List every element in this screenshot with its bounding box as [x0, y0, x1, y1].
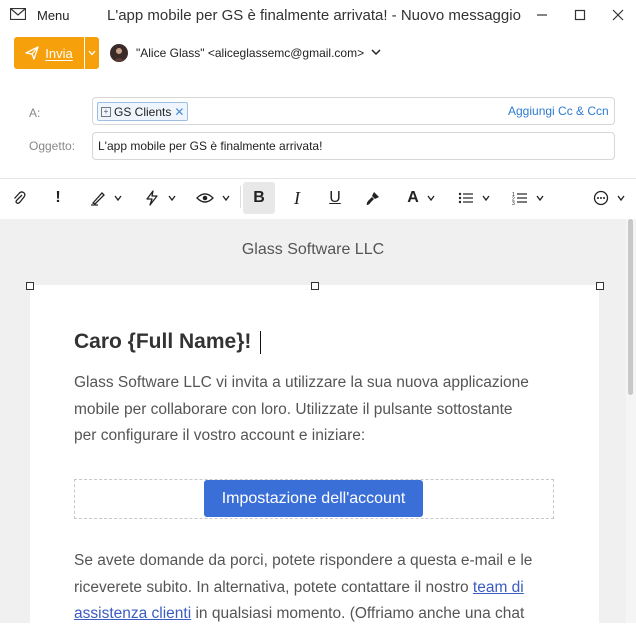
intro-line: Glass Software LLC vi invita a utilizzar… [74, 374, 529, 391]
font-color-button[interactable]: A [400, 182, 442, 214]
mail-icon[interactable] [10, 8, 26, 20]
expand-icon[interactable]: + [101, 106, 111, 117]
chevron-down-icon [617, 195, 625, 202]
support-line: Se avete domande da porci, potete rispon… [74, 552, 533, 569]
numbered-list-icon: 123 [512, 192, 527, 205]
recipient-chip[interactable]: + GS Clients ✕ [97, 102, 189, 121]
company-header: Glass Software LLC [241, 241, 385, 258]
minimize-button[interactable] [527, 4, 557, 26]
close-icon [612, 9, 624, 21]
resize-handle[interactable] [26, 282, 34, 290]
from-address[interactable]: "Alice Glass" <aliceglassemc@gmail.com> [136, 46, 364, 60]
underline-icon: U [329, 189, 341, 206]
toolbar-separator [240, 186, 241, 208]
support-text: riceverete subito. In alternativa, potet… [74, 578, 473, 596]
window-title: L'app mobile per GS è finalmente arrivat… [107, 7, 521, 24]
intro-paragraph: Glass Software LLC vi invita a utilizzar… [74, 370, 574, 450]
chevron-down-icon [482, 195, 490, 202]
subject-value: L'app mobile per GS è finalmente arrivat… [98, 139, 323, 153]
support-line: assistenza clienti in qualsiasi momento.… [74, 601, 594, 628]
paper-plane-icon [25, 46, 39, 60]
chevron-down-icon [114, 195, 122, 202]
menu-button[interactable]: Menu [37, 8, 70, 23]
text-cursor [260, 331, 261, 354]
paperclip-icon [14, 191, 26, 204]
maximize-icon [574, 9, 586, 21]
send-options-button[interactable] [85, 37, 99, 69]
svg-text:3: 3 [512, 201, 515, 205]
chevron-down-icon [168, 195, 176, 202]
bold-button[interactable]: B [243, 182, 275, 214]
support-text: in qualsiasi momento. (Offriamo anche un… [191, 605, 525, 622]
send-button[interactable]: Invia [14, 37, 84, 69]
subject-label: Oggetto: [29, 139, 76, 153]
more-icon [593, 190, 609, 206]
greeting-heading: Caro {Full Name}! [74, 330, 252, 353]
lightning-icon [146, 190, 158, 206]
support-team-link[interactable]: team di [473, 579, 524, 596]
to-label: A: [29, 106, 41, 120]
chevron-down-icon [222, 195, 230, 202]
maximize-button[interactable] [565, 4, 595, 26]
exclamation-icon: ! [55, 189, 61, 206]
chevron-down-icon[interactable] [371, 48, 381, 56]
bullet-list-button[interactable] [454, 182, 494, 214]
chevron-down-icon [536, 195, 544, 202]
add-cc-bcc-link[interactable]: Aggiungi Cc & Ccn [508, 104, 609, 118]
account-setup-button[interactable]: Impostazione dell'account [204, 480, 423, 517]
recipient-chip-label: GS Clients [114, 104, 172, 119]
signature-button[interactable] [84, 182, 128, 214]
bullet-list-icon [458, 192, 473, 204]
read-receipt-button[interactable] [192, 182, 234, 214]
important-button[interactable]: ! [48, 182, 68, 214]
pen-icon [91, 192, 105, 206]
avatar-image [113, 48, 125, 62]
italic-icon: I [294, 187, 300, 208]
support-team-link[interactable]: assistenza clienti [74, 605, 191, 622]
format-painter-button[interactable] [362, 182, 384, 214]
chevron-down-icon [88, 50, 96, 56]
resize-handle[interactable] [596, 282, 604, 290]
eye-icon [196, 193, 214, 203]
avatar [110, 44, 128, 62]
support-paragraph: Se avete domande da porci, potete rispon… [74, 548, 594, 628]
bold-icon: B [253, 189, 265, 206]
more-options-button[interactable] [588, 182, 630, 214]
numbered-list-button[interactable]: 123 [506, 182, 550, 214]
underline-button[interactable]: U [323, 182, 347, 214]
minimize-icon [537, 14, 547, 16]
intro-line: mobile per collaborare con loro. Utilizz… [74, 400, 513, 418]
priority-button[interactable] [140, 182, 180, 214]
italic-button[interactable]: I [285, 182, 309, 214]
send-label: Invia [45, 45, 73, 61]
attach-button[interactable] [8, 182, 30, 214]
chevron-down-icon [427, 195, 435, 202]
font-color-icon: A [407, 189, 419, 206]
brush-icon [366, 192, 379, 205]
close-button[interactable] [603, 4, 633, 26]
intro-line: per configurare il vostro account e iniz… [74, 427, 366, 444]
scrollbar-thumb[interactable] [628, 219, 633, 395]
resize-handle[interactable] [311, 282, 319, 290]
remove-recipient-icon[interactable]: ✕ [174, 105, 184, 119]
support-line: riceverete subito. In alternativa, potet… [74, 575, 594, 602]
